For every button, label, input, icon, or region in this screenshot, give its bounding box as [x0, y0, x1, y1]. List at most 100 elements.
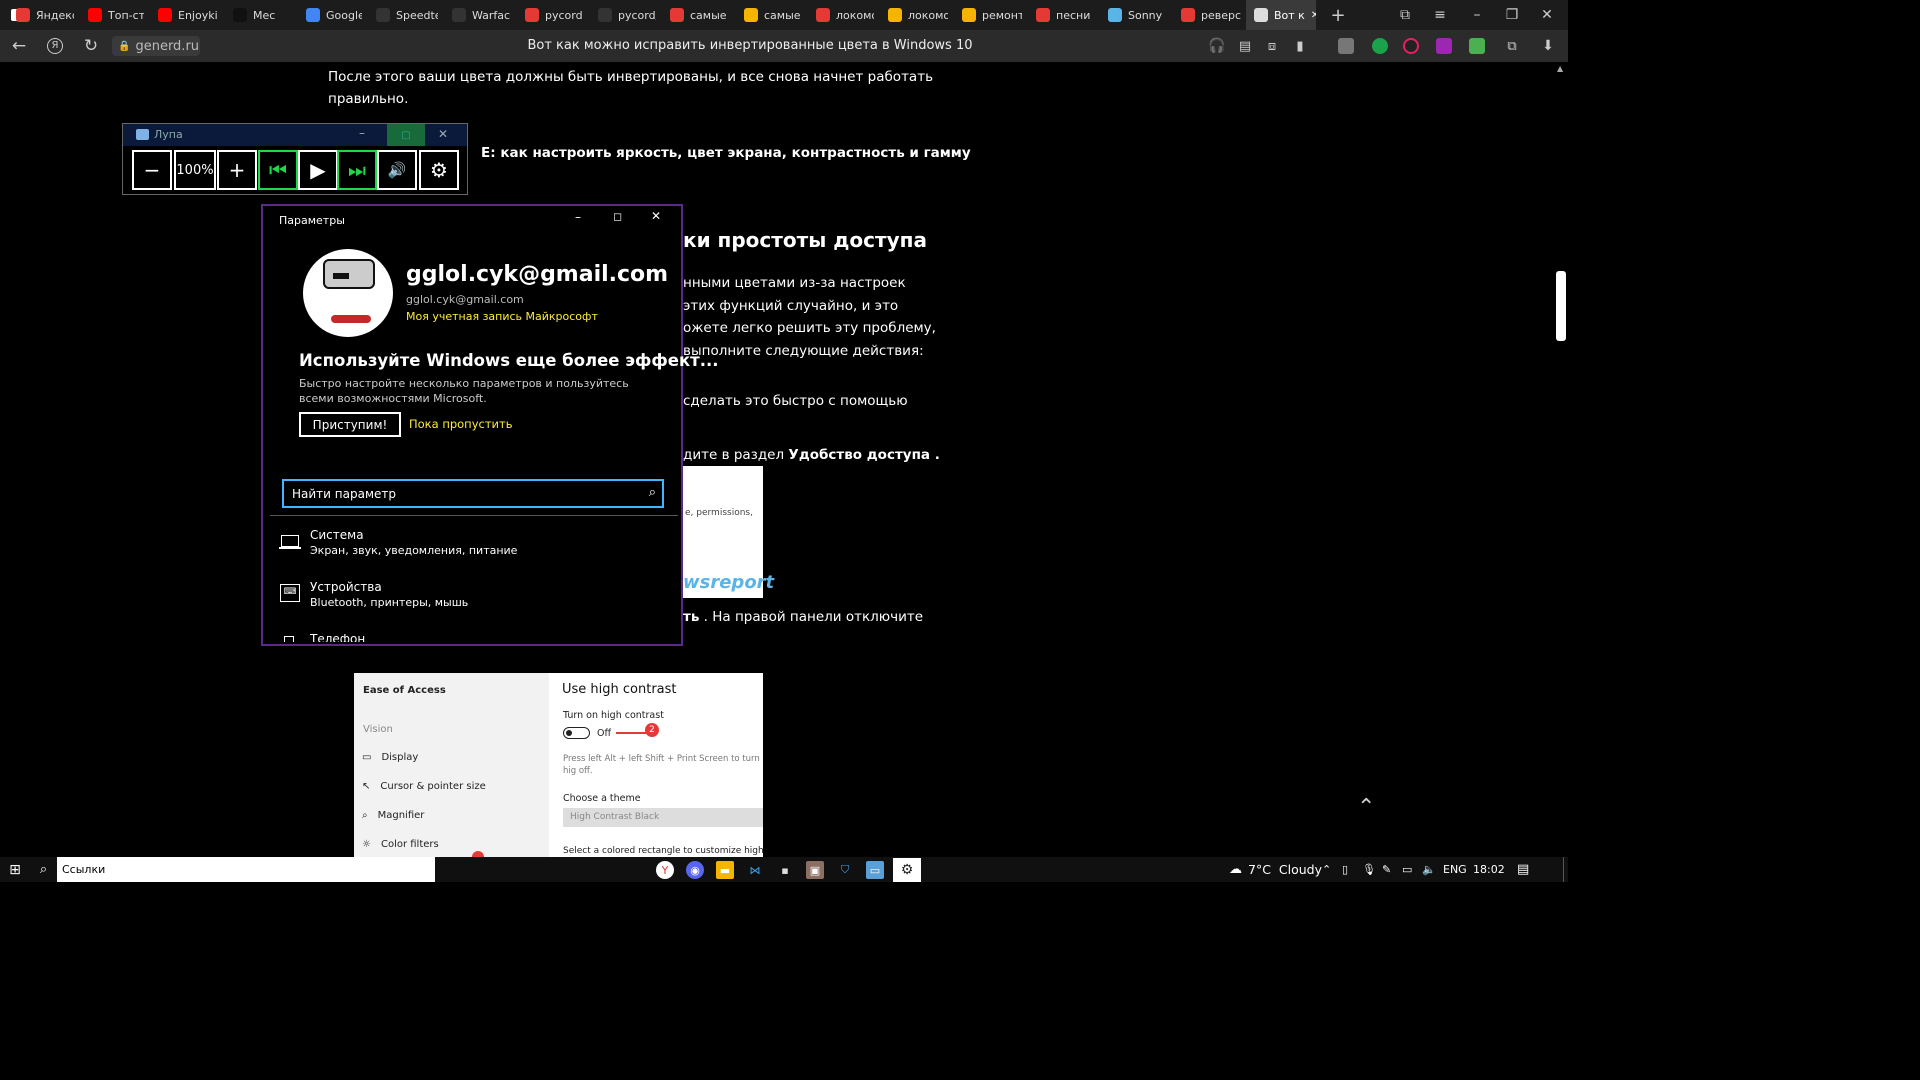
also-read-link[interactable]: Е: как настроить яркость, цвет экрана, к…	[481, 142, 971, 164]
tab[interactable]: локомо	[808, 0, 874, 30]
scroll-up-icon[interactable]: ▲	[1557, 64, 1563, 73]
read-aloud-icon[interactable]: 🔊	[377, 150, 417, 190]
pen-workspace-icon[interactable]: ✎	[1382, 857, 1391, 882]
file-explorer-icon[interactable]: ▬	[716, 861, 734, 879]
search-icon[interactable]: ⌕	[649, 485, 656, 500]
magnifier-title: Лупа	[154, 128, 183, 141]
network-icon[interactable]: ▭	[1402, 857, 1412, 882]
extension-icon[interactable]	[1338, 38, 1354, 54]
volume-icon[interactable]: 🔈	[1422, 857, 1436, 882]
zoom-in-button[interactable]: +	[217, 150, 257, 190]
skip-link[interactable]: Пока пропустить	[409, 417, 512, 431]
collections-icon[interactable]: ⧉	[1497, 30, 1527, 62]
close-window-button[interactable]: ✕	[1532, 0, 1562, 30]
discord-icon[interactable]: ◉	[686, 861, 704, 879]
weather-widget[interactable]: ☁ 7°C Cloudy	[1229, 857, 1322, 882]
yandex-icon	[1036, 8, 1050, 22]
tab-label: Вот к	[1274, 8, 1305, 22]
tab[interactable]: ремонт	[954, 0, 1022, 30]
tab[interactable]: Мес	[225, 0, 291, 30]
remote-desktop-icon[interactable]: ▭	[866, 861, 884, 879]
reader-icon[interactable]: ▤	[1230, 30, 1260, 62]
microphone-icon[interactable]: 🎙	[1362, 857, 1376, 882]
article-text: . На правой панели отключите	[703, 609, 924, 625]
tab[interactable]: самые	[736, 0, 802, 30]
magnifier-minimize-button[interactable]: –	[359, 126, 365, 140]
shield-icon[interactable]: ⛉	[836, 861, 854, 879]
extension2-icon[interactable]	[1469, 38, 1485, 54]
vk-icon[interactable]	[1403, 38, 1419, 54]
tab[interactable]: Топ-стр	[80, 0, 144, 30]
tab[interactable]: Enjoykin	[150, 0, 218, 30]
tab-label: pycord/	[618, 8, 656, 22]
new-tab-button[interactable]: +	[1323, 0, 1353, 30]
tray-expand-icon[interactable]: ⌃	[1322, 857, 1331, 882]
menu-icon[interactable]: ≡	[1425, 0, 1455, 30]
tab[interactable]: Вот к ✕	[1246, 0, 1316, 30]
notifications-icon[interactable]: ▤	[1517, 857, 1529, 882]
magnifier-titlebar[interactable]: Лупа – ▢ ✕	[123, 124, 467, 146]
tab[interactable]: Яндекс	[8, 0, 74, 30]
eoa-item-cursor: ↖ Cursor & pointer size	[362, 781, 486, 792]
bookmark-icon[interactable]: ▮	[1285, 30, 1315, 62]
download-icon[interactable]: ⬇	[1533, 30, 1563, 62]
taskbar-search-input[interactable]: Ссылки	[57, 857, 435, 882]
tab[interactable]: песни и	[1028, 0, 1094, 30]
tab[interactable]: Warface	[444, 0, 510, 30]
yandex-browser-icon[interactable]: Y	[656, 861, 674, 879]
scroll-to-top-button[interactable]: ⌃	[1357, 795, 1375, 820]
tab[interactable]: локомо	[880, 0, 948, 30]
tab[interactable]: Sonny B	[1100, 0, 1166, 30]
tab[interactable]: реверс	[1173, 0, 1241, 30]
category-phone[interactable]: Телефон	[270, 632, 678, 642]
reload-button[interactable]: ↻	[76, 30, 106, 62]
restore-button[interactable]: ❐	[1497, 0, 1527, 30]
settings-taskbar-icon[interactable]: ⚙	[893, 858, 921, 882]
scrollbar-thumb[interactable]	[1556, 271, 1566, 341]
category-system[interactable]: Система Экран, звук, уведомления, питани…	[270, 528, 678, 572]
magnifier-maximize-button[interactable]: ▢	[387, 124, 425, 146]
search-icon[interactable]: ⌕	[31, 857, 56, 882]
tab[interactable]: самые	[662, 0, 730, 30]
article-paragraph: ть . На правой панели отключите	[683, 606, 923, 628]
tab-label: локомо	[908, 8, 948, 22]
play-icon[interactable]: ▶	[298, 150, 338, 190]
next-icon[interactable]: ⏭	[337, 150, 377, 190]
tab[interactable]: pycord/	[590, 0, 656, 30]
tab-label: Топ-стр	[108, 8, 144, 22]
clock[interactable]: 18:02	[1473, 857, 1505, 882]
vscode-icon[interactable]: ⋈	[746, 861, 764, 879]
gear-icon[interactable]: ⚙	[419, 150, 459, 190]
minimize-button[interactable]: –	[1462, 0, 1492, 30]
extensions-icon[interactable]: ⧈	[1257, 30, 1287, 62]
microsoft-account-link[interactable]: Моя учетная запись Майкрософт	[406, 310, 598, 323]
tabs-list-icon[interactable]: ⧉	[1390, 0, 1420, 30]
category-devices[interactable]: ⌨ Устройства Bluetooth, принтеры, мышь	[270, 580, 678, 624]
magnifier-close-button[interactable]: ✕	[438, 127, 448, 141]
settings-search-input[interactable]: Найти параметр ⌕	[282, 479, 664, 508]
zoom-out-button[interactable]: −	[132, 150, 172, 190]
get-started-button[interactable]: Приступим!	[299, 412, 401, 437]
tab[interactable]: Google	[298, 0, 362, 30]
show-desktop-button[interactable]	[1563, 857, 1568, 882]
settings-minimize-button[interactable]: –	[575, 210, 581, 224]
start-button[interactable]: ⊞	[0, 857, 30, 882]
tab-label: Яндекс	[36, 8, 74, 22]
settings-maximize-button[interactable]: ◻	[613, 210, 622, 223]
phone-icon	[284, 636, 294, 642]
language-indicator[interactable]: ENG	[1443, 857, 1467, 882]
tab[interactable]: Speedte	[368, 0, 438, 30]
game-icon[interactable]: ▪	[776, 861, 794, 879]
yandex-home-icon[interactable]: Я	[40, 30, 70, 62]
settings-close-button[interactable]: ✕	[651, 209, 661, 223]
adguard-icon[interactable]	[1372, 38, 1388, 54]
previous-icon[interactable]: ⏮	[258, 150, 298, 190]
headphones-icon[interactable]: 🎧	[1202, 30, 1232, 62]
back-button[interactable]: ←	[4, 30, 34, 62]
url-field[interactable]: 🔒 generd.ru	[112, 36, 200, 56]
archive-icon[interactable]: ▣	[806, 861, 824, 879]
tab[interactable]: pycord	[517, 0, 583, 30]
tray-app-icon[interactable]: ▯	[1342, 857, 1348, 882]
close-tab-icon[interactable]: ✕	[1311, 10, 1316, 21]
pen-icon[interactable]	[1436, 38, 1452, 54]
